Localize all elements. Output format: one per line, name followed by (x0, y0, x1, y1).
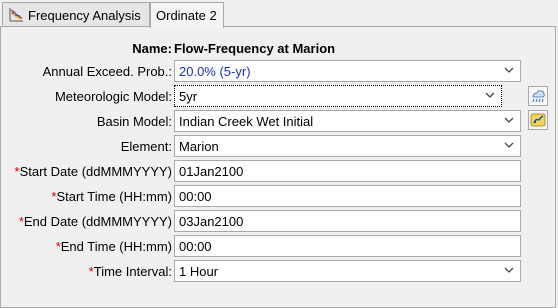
basin-model-open-button[interactable] (528, 110, 548, 130)
time-interval-label: * Time Interval: (89, 260, 172, 282)
end-date-value: 03Jan2100 (179, 213, 244, 229)
time-interval-label-text: Time Interval: (93, 263, 172, 279)
tab-frequency-analysis[interactable]: Frequency Analysis (2, 2, 150, 27)
start-time-input[interactable]: 00:00 (174, 185, 521, 207)
basin-model-select[interactable]: Indian Creek Wet Initial (174, 110, 521, 132)
end-time-input[interactable]: 00:00 (174, 235, 521, 257)
chevron-down-icon (485, 92, 495, 98)
chevron-down-icon (504, 142, 514, 148)
chevron-down-icon (504, 267, 514, 273)
tab-bar: Frequency Analysis Ordinate 2 (0, 0, 558, 28)
element-label: Element: (120, 138, 172, 154)
aep-select[interactable]: 20.0% (5-yr) (174, 60, 521, 82)
end-date-label-text: End Date (ddMMMYYYY) (23, 213, 172, 229)
time-interval-select[interactable]: 1 Hour (174, 260, 521, 282)
start-date-value: 01Jan2100 (179, 163, 244, 179)
basin-model-selected-value: Indian Creek Wet Initial (179, 113, 314, 129)
start-date-label: * Start Date (ddMMMYYYY) (15, 160, 173, 182)
aep-label: Annual Exceed. Prob.: (42, 63, 172, 79)
basin-model-label: Basin Model: (96, 113, 172, 129)
met-model-open-button[interactable] (528, 86, 548, 106)
tab-ordinate-2[interactable]: Ordinate 2 (150, 2, 224, 28)
name-value: Flow-Frequency at Marion (174, 40, 336, 56)
start-time-value: 00:00 (179, 188, 212, 204)
chevron-down-icon (504, 67, 514, 73)
start-time-label: * Start Time (HH:mm) (51, 185, 172, 207)
met-model-selected-value: 5yr (179, 88, 198, 104)
element-selected-value: Marion (179, 138, 219, 154)
tab-label: Frequency Analysis (28, 7, 141, 23)
chevron-down-icon (504, 117, 514, 123)
start-date-label-text: Start Date (ddMMMYYYY) (19, 163, 172, 179)
end-time-label: * End Time (HH:mm) (56, 235, 172, 257)
meteorologic-model-icon (532, 90, 545, 103)
tab-label: Ordinate 2 (156, 8, 217, 23)
frequency-chart-icon (9, 8, 23, 22)
name-label: Name: (132, 40, 172, 56)
met-model-label: Meteorologic Model: (54, 88, 172, 104)
end-date-label: * End Date (ddMMMYYYY) (19, 210, 172, 232)
end-time-label-text: End Time (HH:mm) (60, 238, 172, 254)
end-time-value: 00:00 (179, 238, 212, 254)
start-time-label-text: Start Time (HH:mm) (56, 188, 172, 204)
basin-model-icon (530, 113, 546, 127)
aep-selected-value: 20.0% (5-yr) (179, 63, 251, 79)
time-interval-selected-value: 1 Hour (179, 263, 219, 279)
met-model-select[interactable]: 5yr (174, 85, 502, 107)
start-date-input[interactable]: 01Jan2100 (174, 160, 521, 182)
element-select[interactable]: Marion (174, 135, 521, 157)
end-date-input[interactable]: 03Jan2100 (174, 210, 521, 232)
